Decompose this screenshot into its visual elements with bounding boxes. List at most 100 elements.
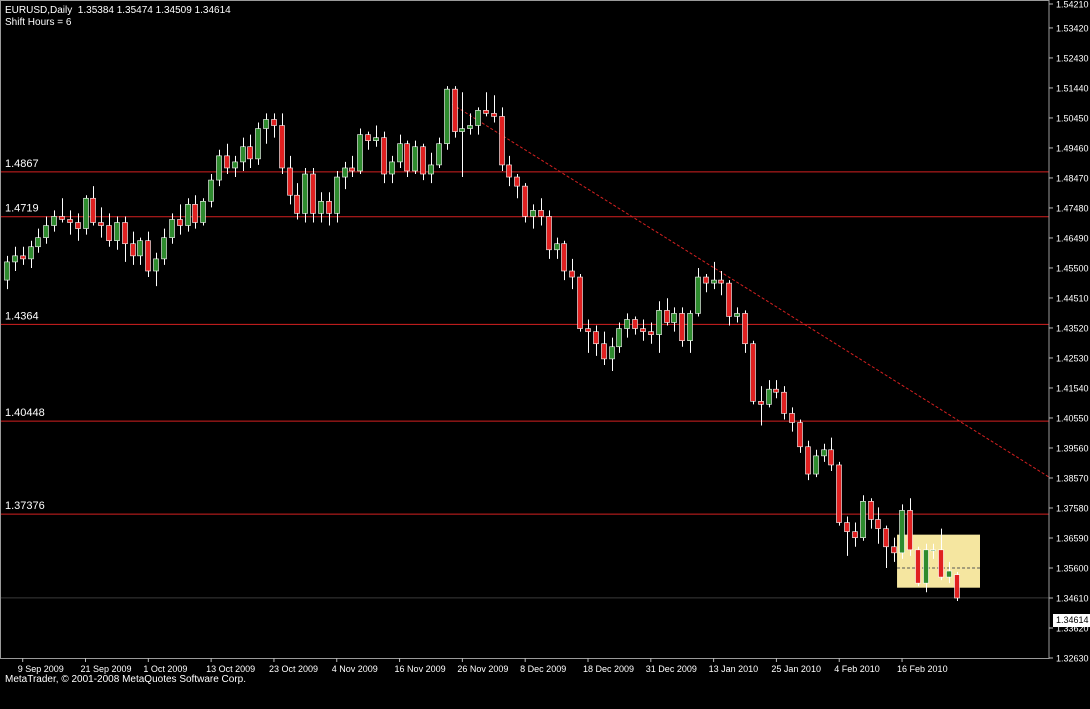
candle (546, 210, 552, 259)
candle-body (946, 570, 952, 578)
candle-body (491, 113, 497, 117)
candle (224, 143, 230, 175)
candle-body (161, 237, 167, 260)
candle-body (530, 210, 536, 217)
candle-body (923, 549, 929, 584)
candle (852, 522, 858, 547)
candle (742, 310, 748, 353)
candle-body (852, 531, 858, 538)
candle (711, 261, 717, 290)
candle (609, 337, 615, 372)
candle-body (114, 222, 120, 241)
candle (436, 137, 442, 168)
x-tick-label: 16 Nov 2009 (395, 664, 446, 674)
candle-body (326, 200, 332, 214)
candle (240, 137, 246, 171)
candle (624, 313, 630, 338)
candle (357, 128, 363, 175)
current-price-label: 1.34614 (1053, 614, 1090, 627)
candle-body (145, 240, 151, 272)
y-tick-label: 1.49460 (1056, 143, 1089, 153)
candle (287, 155, 293, 205)
candle-body (836, 464, 842, 523)
candle (114, 216, 120, 250)
candle-body (90, 197, 96, 223)
candle-body (907, 510, 913, 551)
candlestick-chart[interactable]: 1.4867 1.4719 1.4364 1.40448 1.37376 1.54210… (0, 0, 1090, 704)
candle (459, 92, 465, 178)
candle-body (43, 225, 49, 238)
candle (232, 155, 238, 178)
candle-body (389, 161, 395, 175)
y-tick-label: 1.32630 (1056, 654, 1089, 664)
candle-body (342, 167, 348, 178)
candle-body (232, 161, 238, 169)
candle (4, 255, 10, 290)
candle-body (742, 313, 748, 345)
candle (334, 170, 340, 223)
candle-body (750, 343, 756, 402)
candle (145, 231, 151, 278)
candle-body (561, 243, 567, 272)
candle-body (718, 279, 724, 284)
candle (161, 228, 167, 265)
candle (326, 192, 332, 226)
candle (766, 380, 772, 408)
candle (310, 167, 316, 223)
candle (577, 274, 583, 332)
candle (899, 504, 905, 559)
chart-canvas[interactable]: 1.4867 1.4719 1.4364 1.40448 1.37376 1.54210… (0, 0, 1090, 704)
candle (797, 419, 803, 453)
candle-body (679, 313, 685, 341)
chart-frame (0, 0, 1050, 659)
candle (554, 237, 560, 259)
candle-body (475, 110, 481, 126)
candle-body (703, 276, 709, 284)
candle-body (640, 328, 646, 332)
candle-body (844, 522, 850, 532)
x-tick-label: 21 Sep 2009 (81, 664, 132, 674)
candle (294, 183, 300, 220)
candle (522, 183, 528, 223)
x-tick-label: 4 Nov 2009 (332, 664, 378, 674)
candle-body (428, 164, 434, 175)
candle-body (412, 146, 418, 172)
candle-body (279, 125, 285, 169)
candle-body (294, 194, 300, 214)
candle-body (75, 222, 81, 229)
candle-body (459, 128, 465, 132)
candle-body (287, 167, 293, 196)
candle-body (609, 346, 615, 360)
candle (90, 186, 96, 226)
candle-body (522, 185, 528, 217)
candle (758, 386, 764, 426)
candle-body (813, 455, 819, 475)
candle-body (122, 222, 128, 245)
candle-body (664, 310, 670, 323)
candle-body (891, 546, 897, 554)
candle-body (177, 219, 183, 226)
candle (561, 240, 567, 281)
candle-body (624, 319, 630, 329)
candle-body (51, 216, 57, 226)
candle (51, 210, 57, 232)
candle-body (781, 391, 787, 414)
candle (491, 95, 497, 123)
candle-body (381, 137, 387, 175)
candle-body (758, 401, 764, 405)
candle (805, 440, 811, 481)
candle (75, 213, 81, 241)
y-tick-label: 1.40550 (1056, 413, 1089, 423)
candle (726, 280, 732, 326)
candle-body (538, 210, 544, 217)
candle (389, 155, 395, 184)
candle-body (789, 413, 795, 423)
y-tick-label: 1.41540 (1056, 383, 1089, 393)
candle (43, 216, 49, 244)
x-tick-label: 1 Oct 2009 (143, 664, 187, 674)
candle (781, 386, 787, 420)
candle-body (12, 255, 18, 263)
x-tick-label: 31 Dec 2009 (646, 664, 697, 674)
candle (773, 380, 779, 399)
candle (137, 237, 143, 265)
